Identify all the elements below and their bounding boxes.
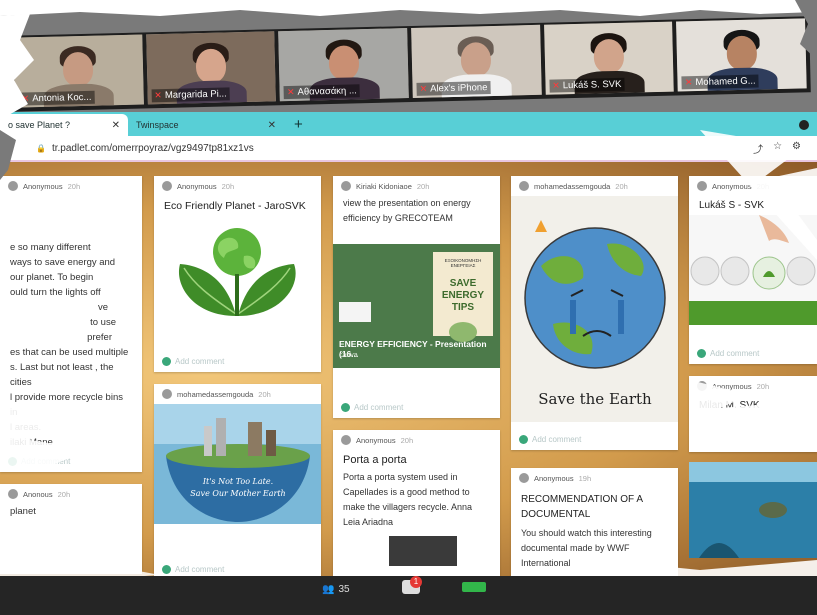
torn-paper-frame [0,0,817,615]
share-screen-button[interactable] [462,582,486,592]
participants-button[interactable]: 👥 35 [322,584,350,595]
people-icon: 👥 [322,584,335,595]
chat-badge: 1 [410,576,422,588]
participants-count: 35 [338,584,350,595]
